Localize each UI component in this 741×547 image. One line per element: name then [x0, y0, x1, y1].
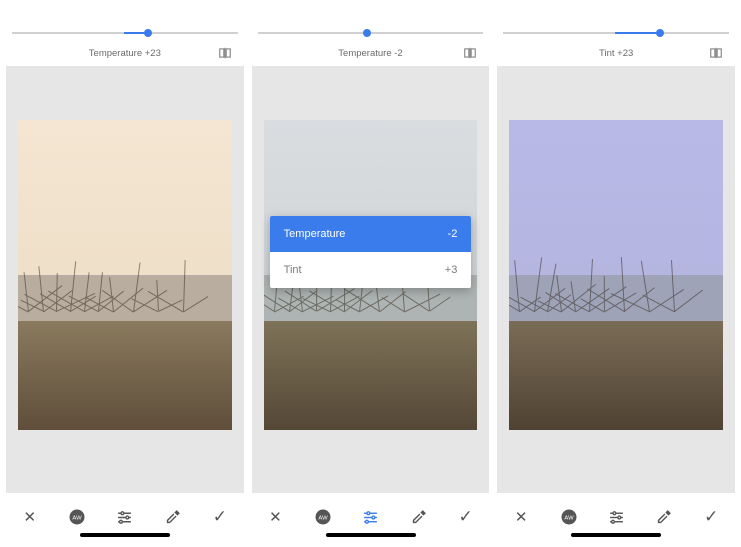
photo-land	[509, 321, 723, 430]
eyedropper-button[interactable]	[650, 503, 678, 531]
eyedropper-button[interactable]	[404, 503, 432, 531]
confirm-button[interactable]: ✓	[452, 503, 480, 531]
photo	[509, 120, 723, 430]
auto-wb-button[interactable]: AW	[309, 503, 337, 531]
bottom-toolbar: ✕ AW ✓	[252, 493, 490, 541]
photo-nets	[18, 252, 232, 312]
menu-label: Temperature	[284, 228, 346, 240]
adjust-button[interactable]	[357, 503, 385, 531]
image-canvas[interactable]	[497, 66, 735, 493]
menu-label: Tint	[284, 264, 302, 276]
adjust-button[interactable]	[111, 503, 139, 531]
auto-wb-button[interactable]: AW	[555, 503, 583, 531]
svg-text:AW: AW	[73, 516, 83, 522]
menu-row-tint[interactable]: Tint +3	[270, 252, 472, 288]
slider-label-row: Temperature +23	[6, 40, 244, 66]
slider-fill	[615, 32, 660, 34]
slider-label: Tint +23	[599, 48, 633, 59]
editor-panel: Temperature +23 ✕ AW ✓	[6, 6, 244, 541]
menu-row-temperature[interactable]: Temperature -2	[270, 216, 472, 252]
slider-label: Temperature -2	[338, 48, 402, 59]
bottom-toolbar: ✕ AW ✓	[6, 493, 244, 541]
slider-area[interactable]	[497, 6, 735, 40]
slider-area[interactable]	[6, 6, 244, 40]
slider-area[interactable]	[252, 6, 490, 40]
editor-panel: Tint +23 ✕ AW ✓	[497, 6, 735, 541]
slider-label: Temperature +23	[89, 48, 161, 59]
home-indicator	[326, 533, 416, 537]
eyedropper-button[interactable]	[158, 503, 186, 531]
home-indicator	[80, 533, 170, 537]
close-button[interactable]: ✕	[507, 503, 535, 531]
photo-land	[18, 321, 232, 430]
slider-thumb[interactable]	[363, 29, 371, 37]
adjustment-menu[interactable]: Temperature -2 Tint +3	[270, 216, 472, 288]
close-button[interactable]: ✕	[261, 503, 289, 531]
auto-wb-button[interactable]: AW	[63, 503, 91, 531]
slider-label-row: Tint +23	[497, 40, 735, 66]
confirm-button[interactable]: ✓	[697, 503, 725, 531]
compare-icon[interactable]	[463, 46, 477, 60]
slider-thumb[interactable]	[144, 29, 152, 37]
image-canvas[interactable]	[6, 66, 244, 493]
slider-thumb[interactable]	[656, 29, 664, 37]
confirm-button[interactable]: ✓	[206, 503, 234, 531]
svg-text:AW: AW	[564, 516, 574, 522]
slider-label-row: Temperature -2	[252, 40, 490, 66]
adjust-button[interactable]	[602, 503, 630, 531]
photo	[18, 120, 232, 430]
menu-value: -2	[448, 228, 458, 240]
compare-icon[interactable]	[218, 46, 232, 60]
photo-nets	[509, 252, 723, 312]
photo-land	[264, 321, 478, 430]
home-indicator	[571, 533, 661, 537]
menu-value: +3	[445, 264, 458, 276]
bottom-toolbar: ✕ AW ✓	[497, 493, 735, 541]
image-canvas[interactable]: Temperature -2 Tint +3	[252, 66, 490, 493]
svg-text:AW: AW	[318, 516, 328, 522]
compare-icon[interactable]	[709, 46, 723, 60]
close-button[interactable]: ✕	[16, 503, 44, 531]
editor-panel: Temperature -2 Temperature -2 Tint +3	[252, 6, 490, 541]
